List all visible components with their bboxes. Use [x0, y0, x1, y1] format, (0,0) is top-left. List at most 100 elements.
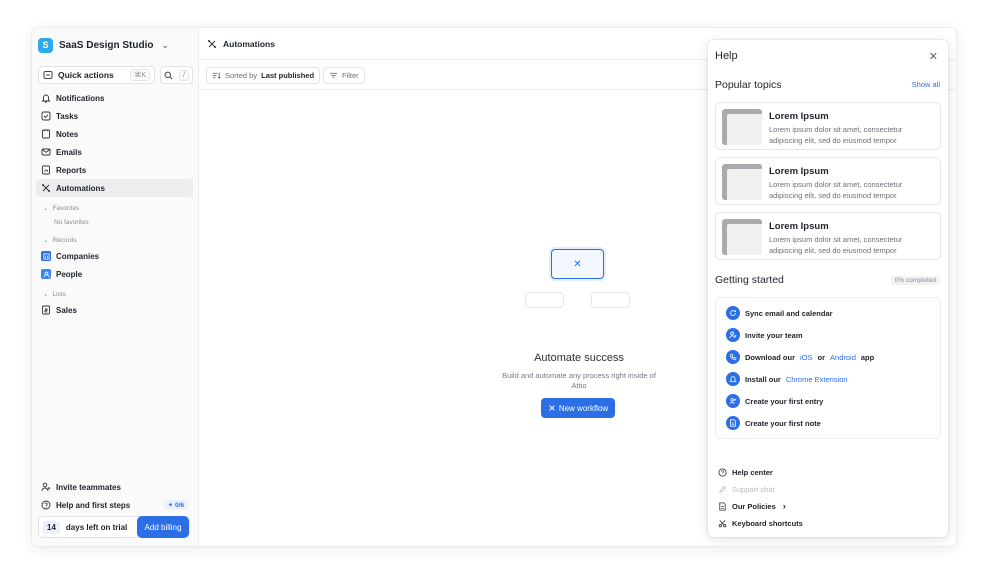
android-link[interactable]: Android: [830, 353, 856, 362]
topic-card[interactable]: Lorem Ipsum Lorem ipsum dolor sit amet, …: [715, 102, 941, 150]
mail-icon: [41, 147, 51, 157]
add-person-icon: [726, 328, 740, 342]
lists-section-toggle[interactable]: ⌄ Lists: [36, 287, 193, 301]
sidebar-item-label: Notifications: [56, 93, 105, 103]
topic-title: Lorem Ipsum: [769, 111, 829, 122]
workspace-switcher[interactable]: S SaaS Design Studio ⌄: [38, 36, 169, 54]
page-title: Automations: [223, 38, 275, 49]
policies-label: Our Policies: [732, 501, 776, 511]
sidebar-item-tasks[interactable]: Tasks: [36, 107, 193, 125]
close-icon[interactable]: ✕: [929, 50, 938, 63]
policies-link[interactable]: Our Policies ›: [718, 499, 786, 513]
note-icon: [726, 416, 740, 430]
sidebar-footer: Invite teammates Help and first steps ✦ …: [36, 478, 193, 514]
bell-icon: [726, 372, 740, 386]
building-icon: [41, 251, 51, 261]
workflow-illustration-branch: [525, 292, 564, 308]
workflow-illustration-node: ✕: [551, 249, 604, 279]
step-label: Create your first entry: [745, 396, 824, 406]
keyboard-shortcuts-link[interactable]: Keyboard shortcuts: [718, 516, 803, 530]
add-person-icon: [41, 482, 51, 492]
steps-progress-badge: ✦ 0/6: [163, 500, 188, 510]
chevron-down-icon: ⌄: [43, 237, 49, 244]
quick-actions-label: Quick actions: [58, 70, 114, 80]
show-all-link[interactable]: Show all: [912, 80, 940, 89]
sparkle-icon: ✦: [167, 502, 174, 509]
sort-icon: [212, 71, 221, 80]
entry-icon: [726, 394, 740, 408]
note-icon: [41, 129, 51, 139]
topic-description: Lorem ipsum dolor sit amet, consectetur …: [769, 125, 903, 145]
app-window: S SaaS Design Studio ⌄ Quick actions ⌘K …: [32, 28, 956, 546]
step-label: Sync email and calendar: [745, 308, 833, 318]
empty-state-title: Automate success: [534, 352, 624, 364]
step-label: Download our: [745, 352, 795, 362]
help-panel: Help ✕ Popular topics Show all Lorem Ips…: [708, 40, 948, 537]
help-center-link[interactable]: Help center: [718, 465, 773, 479]
sidebar-item-label: Notes: [56, 129, 79, 139]
sidebar: S SaaS Design Studio ⌄ Quick actions ⌘K …: [32, 28, 199, 546]
step-download-app[interactable]: Download our iOS or Android app: [726, 349, 874, 365]
topic-description: Lorem ipsum dolor sit amet, consectetur …: [769, 180, 903, 200]
getting-started-progress: 0% completed: [890, 276, 940, 285]
quick-actions-button[interactable]: Quick actions ⌘K: [38, 66, 155, 84]
sidebar-item-emails[interactable]: Emails: [36, 143, 193, 161]
help-first-steps-button[interactable]: Help and first steps ✦ 0/6: [36, 496, 193, 514]
support-chat-link[interactable]: Support chat: [718, 482, 775, 496]
automation-icon: [41, 183, 51, 193]
records-section-toggle[interactable]: ⌄ Records: [36, 233, 193, 247]
topic-card[interactable]: Lorem Ipsum Lorem ipsum dolor sit amet, …: [715, 157, 941, 205]
sidebar-item-sales[interactable]: Sales: [36, 301, 193, 319]
sales-list-icon: [41, 305, 51, 315]
step-label: Create your first note: [745, 418, 821, 428]
sidebar-item-automations[interactable]: Automations: [36, 179, 193, 197]
workspace-name: SaaS Design Studio: [59, 39, 154, 51]
sort-button[interactable]: Sorted by Last published: [206, 67, 321, 84]
topic-thumbnail: [722, 219, 762, 255]
step-sync-email[interactable]: Sync email and calendar: [726, 305, 833, 321]
topic-card[interactable]: Lorem Ipsum Lorem ipsum dolor sit amet, …: [715, 212, 941, 260]
sort-prefix: Sorted by: [225, 71, 258, 80]
step-first-note[interactable]: Create your first note: [726, 415, 821, 431]
trial-days-count: 14: [43, 520, 60, 534]
sidebar-item-label: Sales: [56, 305, 77, 315]
support-chat-label: Support chat: [732, 484, 775, 494]
sidebar-item-label: Automations: [56, 183, 105, 193]
new-workflow-label: New workflow: [558, 403, 609, 413]
chevron-down-icon: ⌄: [43, 291, 49, 298]
step-label: Install our: [745, 374, 781, 384]
filter-button[interactable]: Filter: [323, 67, 365, 84]
topic-thumbnail: [722, 164, 762, 200]
favorites-empty-text: No favorites: [54, 218, 89, 226]
chrome-extension-link[interactable]: Chrome Extension: [786, 375, 848, 384]
invite-teammates-button[interactable]: Invite teammates: [36, 478, 193, 496]
sync-icon: [726, 306, 740, 320]
automation-icon: ✕: [573, 258, 582, 270]
scissors-icon: [718, 519, 727, 528]
chevron-down-icon: ⌄: [161, 39, 170, 50]
step-invite-team[interactable]: Invite your team: [726, 327, 803, 343]
new-workflow-button[interactable]: New workflow: [541, 398, 615, 418]
step-install-extension[interactable]: Install our Chrome Extension: [726, 371, 848, 387]
step-label: or: [817, 352, 826, 362]
favorites-section-toggle[interactable]: ⌄ Favorites: [36, 201, 193, 215]
step-first-entry[interactable]: Create your first entry: [726, 393, 823, 409]
trial-days-text: days left on trial: [65, 522, 128, 532]
add-billing-button[interactable]: Add billing: [137, 516, 189, 538]
sidebar-nav: Notifications Tasks Notes Emails Reports…: [36, 89, 193, 319]
sidebar-item-notes[interactable]: Notes: [36, 125, 193, 143]
bell-icon: [41, 93, 51, 103]
sidebar-item-companies[interactable]: Companies: [36, 247, 193, 265]
help-circle-icon: [718, 467, 727, 477]
sidebar-item-notifications[interactable]: Notifications: [36, 89, 193, 107]
document-icon: [718, 501, 727, 511]
phone-icon: [726, 350, 740, 364]
pencil-icon: [718, 485, 727, 494]
search-button[interactable]: /: [160, 66, 193, 84]
ios-link[interactable]: iOS: [800, 353, 813, 362]
person-icon: [41, 269, 51, 279]
sidebar-item-people[interactable]: People: [36, 265, 193, 283]
section-label: Favorites: [52, 204, 80, 212]
sort-value: Last published: [261, 71, 315, 80]
sidebar-item-reports[interactable]: Reports: [36, 161, 193, 179]
